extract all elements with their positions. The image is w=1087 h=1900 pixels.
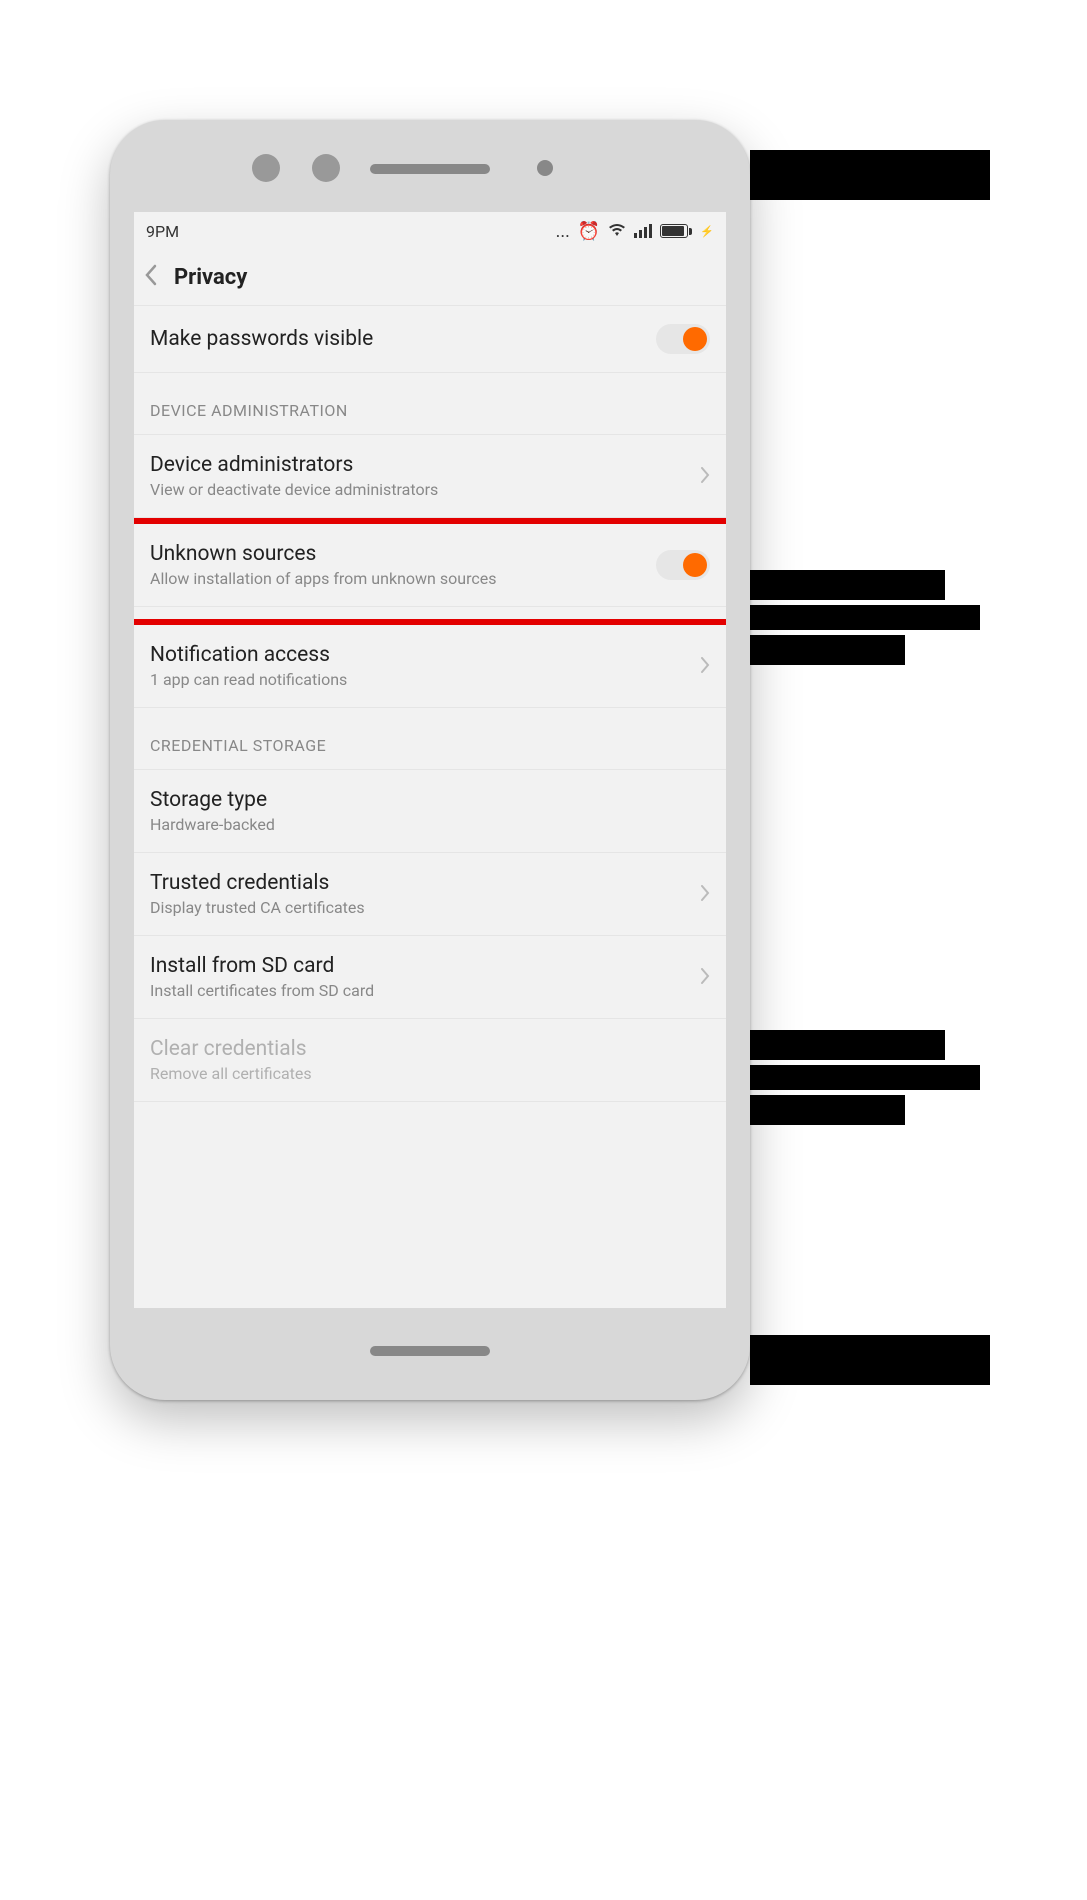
signal-icon — [634, 224, 652, 238]
battery-icon — [660, 224, 692, 238]
speaker-bottom — [370, 1346, 490, 1356]
row-title: Device administrators — [150, 453, 690, 477]
decoration — [750, 150, 990, 200]
row-title: Unknown sources — [150, 542, 656, 566]
decoration — [750, 605, 980, 630]
phone-inner: 9PM ... ⏰ ⚡ — [122, 132, 738, 1388]
device-administrators-row[interactable]: Device administrators View or deactivate… — [134, 435, 726, 518]
status-time: 9PM — [146, 222, 179, 241]
row-subtitle: Allow installation of apps from unknown … — [150, 569, 656, 588]
settings-list[interactable]: Make passwords visible DEVICE ADMINISTRA… — [134, 306, 726, 1102]
header-bar: Privacy — [134, 250, 726, 306]
clear-credentials-row: Clear credentials Remove all certificate… — [134, 1019, 726, 1102]
wifi-icon — [608, 221, 626, 242]
row-subtitle: Display trusted CA certificates — [150, 898, 690, 917]
chevron-right-icon — [690, 965, 710, 990]
decoration — [750, 1095, 905, 1125]
row-title: Clear credentials — [150, 1037, 710, 1061]
passwords-visible-toggle[interactable] — [656, 324, 710, 354]
back-button[interactable] — [144, 264, 166, 291]
chevron-right-icon — [690, 882, 710, 907]
section-credential-storage: CREDENTIAL STORAGE — [134, 708, 726, 770]
notification-access-row[interactable]: Notification access 1 app can read notif… — [134, 625, 726, 708]
row-title: Install from SD card — [150, 954, 690, 978]
speaker-top — [370, 164, 490, 174]
camera-dot — [252, 154, 280, 182]
make-passwords-visible-row[interactable]: Make passwords visible — [134, 306, 726, 373]
camera-dot — [312, 154, 340, 182]
phone-frame: 9PM ... ⏰ ⚡ — [110, 120, 750, 1400]
unknown-sources-row[interactable]: Unknown sources Allow installation of ap… — [134, 524, 726, 607]
sensor-dot — [537, 160, 553, 176]
decoration — [750, 635, 905, 665]
section-device-admin: DEVICE ADMINISTRATION — [134, 373, 726, 435]
charging-icon: ⚡ — [700, 225, 714, 238]
row-subtitle: Install certificates from SD card — [150, 981, 690, 1000]
decoration — [750, 1030, 945, 1060]
alarm-icon: ⏰ — [578, 221, 600, 242]
row-subtitle: View or deactivate device administrators — [150, 480, 690, 499]
trusted-credentials-row[interactable]: Trusted credentials Display trusted CA c… — [134, 853, 726, 936]
decoration — [750, 1065, 980, 1090]
row-subtitle: Remove all certificates — [150, 1064, 710, 1083]
status-icons: ... ⏰ ⚡ — [556, 221, 714, 242]
toggle-knob-on — [683, 327, 707, 351]
row-subtitle: Hardware-backed — [150, 815, 710, 834]
screen: 9PM ... ⏰ ⚡ — [134, 212, 726, 1308]
more-icon: ... — [556, 221, 570, 242]
chevron-right-icon — [690, 654, 710, 679]
decoration — [750, 1335, 990, 1385]
row-title: Storage type — [150, 788, 710, 812]
row-subtitle: 1 app can read notifications — [150, 670, 690, 689]
row-title: Notification access — [150, 643, 690, 667]
chevron-right-icon — [690, 464, 710, 489]
decoration — [750, 570, 945, 600]
install-from-sd-row[interactable]: Install from SD card Install certificate… — [134, 936, 726, 1019]
storage-type-row[interactable]: Storage type Hardware-backed — [134, 770, 726, 853]
row-title: Trusted credentials — [150, 871, 690, 895]
toggle-knob-on — [683, 553, 707, 577]
status-bar: 9PM ... ⏰ ⚡ — [134, 212, 726, 250]
page-title: Privacy — [174, 265, 247, 290]
row-title: Make passwords visible — [150, 327, 656, 351]
unknown-sources-toggle[interactable] — [656, 550, 710, 580]
